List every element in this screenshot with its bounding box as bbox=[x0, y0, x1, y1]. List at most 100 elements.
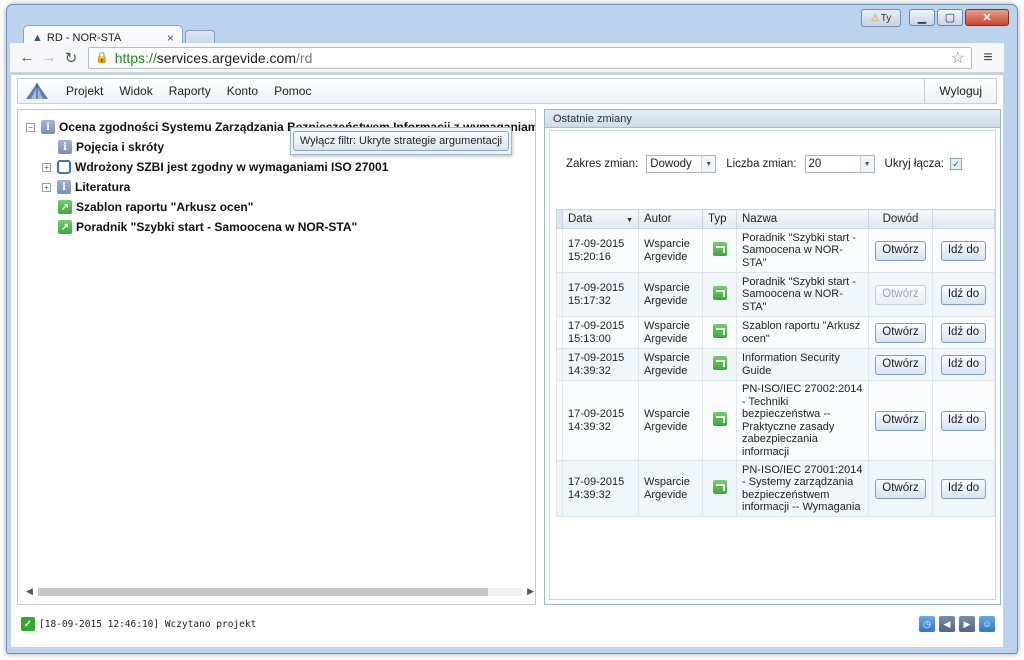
disable-filter-button[interactable]: Wyłącz filtr: Ukryte strategie argumenta… bbox=[292, 131, 510, 151]
table-row[interactable]: 17-09-2015 14:39:32 Wsparcie Argevide PN-IS… bbox=[556, 460, 995, 517]
scroll-right-icon[interactable]: ▶ bbox=[527, 586, 534, 597]
status-message: [18-09-2015 12:46:10] Wczytano projekt bbox=[39, 618, 257, 630]
table-row[interactable]: 17-09-2015 14:39:32 Wsparcie Argevide Infor… bbox=[556, 348, 995, 381]
cell-name: Poradnik "Szybki start - Samoocena w NOR… bbox=[736, 272, 869, 317]
logout-button[interactable]: Wyloguj bbox=[924, 79, 996, 103]
count-select[interactable]: 20 ▼ bbox=[804, 155, 875, 173]
column-header-actions bbox=[932, 209, 995, 229]
cell-open: Otwórz bbox=[868, 348, 933, 381]
close-window-button[interactable]: ✕ bbox=[965, 9, 1009, 26]
cell-goto: Idź do bbox=[932, 380, 995, 461]
menu-pomoc[interactable]: Pomoc bbox=[266, 84, 319, 98]
column-header-data[interactable]: Data ▼ bbox=[562, 209, 639, 229]
table-row[interactable]: 17-09-2015 15:17:32 Wsparcie Argevide Porad… bbox=[556, 272, 995, 317]
hide-links-checkbox[interactable]: ✓ bbox=[949, 158, 962, 170]
cell-author: Wsparcie Argevide bbox=[638, 228, 703, 273]
goto-button[interactable]: Idź do bbox=[940, 322, 987, 343]
menu-raporty[interactable]: Raporty bbox=[161, 84, 219, 98]
scroll-left-icon[interactable]: ◀ bbox=[26, 586, 33, 597]
minimize-button[interactable]: ▁ bbox=[909, 9, 935, 26]
chevron-down-icon: ▼ bbox=[701, 156, 716, 172]
horizontal-scrollbar[interactable]: ◀ ▶ bbox=[26, 584, 534, 598]
open-button[interactable]: Otwórz bbox=[875, 284, 926, 305]
cell-date: 17-09-2015 14:39:32 bbox=[562, 460, 639, 517]
cell-date: 17-09-2015 15:17:32 bbox=[562, 272, 639, 317]
column-header-autor[interactable]: Autor bbox=[638, 209, 703, 229]
tree-node-pojecia[interactable]: i Pojęcia i skróty bbox=[58, 138, 164, 156]
maximize-button[interactable]: ▢ bbox=[937, 9, 963, 26]
hide-links-label: Ukryj łącza: bbox=[884, 158, 944, 170]
user-profile-badge[interactable]: ⚠ Ty bbox=[861, 9, 901, 27]
cell-date: 17-09-2015 14:39:32 bbox=[562, 380, 639, 461]
cell-type bbox=[702, 228, 737, 273]
address-bar[interactable]: 🔒 https://services.argevide.com/rd ☆ bbox=[88, 46, 972, 69]
back-arrow-icon[interactable]: ← bbox=[16, 49, 38, 66]
changes-table: Data ▼ Autor Typ Nazwa Dowód 17-09-2015 15… bbox=[556, 209, 995, 517]
goto-button[interactable]: Idź do bbox=[940, 478, 987, 499]
tree-node-szablon[interactable]: ↗ Szablon raportu "Arkusz ocen" bbox=[58, 198, 253, 216]
cell-open: Otwórz bbox=[868, 380, 933, 461]
status-icons: ◷ ◀ ▶ ☺ bbox=[919, 616, 995, 632]
status-bar: ✓ [18-09-2015 12:46:10] Wczytano projekt… bbox=[17, 609, 997, 639]
browser-toolbar: ← → ↻ 🔒 https://services.argevide.com/rd… bbox=[10, 43, 1004, 73]
history-clock-icon[interactable]: ◷ bbox=[919, 616, 935, 632]
cell-type bbox=[702, 348, 737, 381]
goto-button[interactable]: Idź do bbox=[940, 410, 987, 431]
collapse-icon[interactable]: − bbox=[26, 122, 35, 132]
cell-type bbox=[702, 460, 737, 517]
cell-goto: Idź do bbox=[932, 460, 995, 517]
column-header-typ[interactable]: Typ bbox=[702, 209, 737, 229]
cell-author: Wsparcie Argevide bbox=[638, 380, 703, 461]
panel-title: Ostatnie zmiany bbox=[545, 110, 1000, 128]
previous-icon[interactable]: ◀ bbox=[939, 616, 955, 632]
main-menubar: Projekt Widok Raporty Konto Pomoc Wylogu… bbox=[17, 78, 997, 104]
cell-open: Otwórz bbox=[868, 460, 933, 517]
evidence-type-icon bbox=[712, 411, 727, 426]
cell-name: Information Security Guide bbox=[736, 348, 869, 381]
info-node-icon: i bbox=[58, 140, 72, 154]
expand-icon[interactable]: + bbox=[42, 162, 51, 172]
menu-widok[interactable]: Widok bbox=[111, 84, 160, 98]
forward-arrow-icon[interactable]: → bbox=[38, 49, 60, 66]
hamburger-menu-icon[interactable]: ≡ bbox=[978, 49, 998, 67]
url-scheme: https:// bbox=[114, 49, 157, 66]
cell-name: PN-ISO/IEC 27002:2014 - Techniki bezpiec… bbox=[736, 380, 869, 461]
cell-type bbox=[702, 380, 737, 461]
cell-open: Otwórz bbox=[868, 272, 933, 317]
cell-author: Wsparcie Argevide bbox=[638, 348, 703, 381]
goto-button[interactable]: Idź do bbox=[940, 354, 987, 375]
recent-changes-panel: Ostatnie zmiany Zakres zmian: Dowody ▼ L… bbox=[544, 109, 1001, 605]
open-button[interactable]: Otwórz bbox=[875, 410, 926, 431]
open-button[interactable]: Otwórz bbox=[875, 478, 926, 499]
column-header-dowod[interactable]: Dowód bbox=[868, 209, 933, 229]
menu-konto[interactable]: Konto bbox=[219, 84, 266, 98]
evidence-type-icon bbox=[712, 479, 727, 494]
reload-icon[interactable]: ↻ bbox=[60, 49, 82, 67]
column-header-nazwa[interactable]: Nazwa bbox=[736, 209, 869, 229]
user-icon[interactable]: ☺ bbox=[979, 616, 995, 632]
table-row[interactable]: 17-09-2015 15:20:16 Wsparcie Argevide Porad… bbox=[556, 228, 995, 273]
table-row[interactable]: 17-09-2015 15:13:00 Wsparcie Argevide Szabl… bbox=[556, 316, 995, 349]
tree-node-poradnik[interactable]: ↗ Poradnik "Szybki start - Samoocena w N… bbox=[58, 218, 357, 236]
bookmark-star-icon[interactable]: ☆ bbox=[951, 48, 965, 68]
tree-node-wdrozony-szbi[interactable]: + Wdrożony SZBI jest zgodny w wymaganiam… bbox=[42, 158, 388, 176]
menu-projekt[interactable]: Projekt bbox=[58, 84, 111, 98]
tab-title: RD - NOR-STA bbox=[46, 31, 122, 44]
goto-button[interactable]: Idź do bbox=[940, 240, 987, 261]
open-button[interactable]: Otwórz bbox=[875, 240, 926, 261]
window-controls: ⚠ Ty ▁ ▢ ✕ bbox=[861, 9, 1009, 29]
range-select[interactable]: Dowody ▼ bbox=[646, 155, 717, 173]
cell-type bbox=[702, 316, 737, 349]
table-row[interactable]: 17-09-2015 14:39:32 Wsparcie Argevide PN-IS… bbox=[556, 380, 995, 461]
expand-icon[interactable]: + bbox=[42, 182, 51, 192]
cell-goto: Idź do bbox=[932, 348, 995, 381]
open-button[interactable]: Otwórz bbox=[875, 322, 926, 343]
goto-button[interactable]: Idź do bbox=[940, 284, 987, 305]
next-icon[interactable]: ▶ bbox=[959, 616, 975, 632]
cell-name: Szablon raportu "Arkusz ocen" bbox=[736, 316, 869, 349]
cell-author: Wsparcie Argevide bbox=[638, 316, 703, 349]
tree-node-literatura[interactable]: + i Literatura bbox=[42, 178, 130, 196]
chevron-down-icon: ▼ bbox=[859, 156, 874, 172]
scrollbar-thumb[interactable] bbox=[38, 588, 488, 596]
open-button[interactable]: Otwórz bbox=[875, 354, 926, 375]
